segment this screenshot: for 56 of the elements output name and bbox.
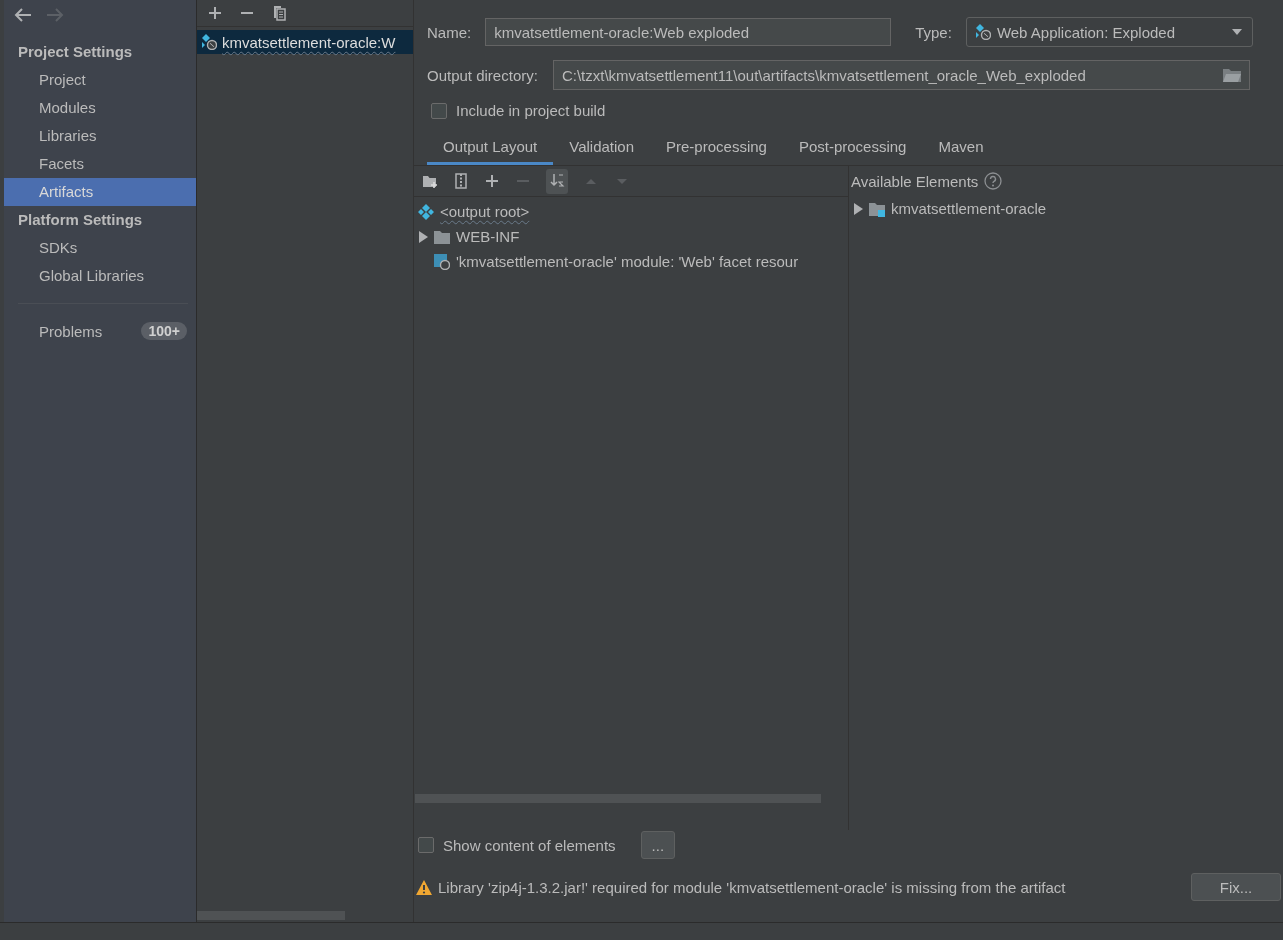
count-badge: 100+ — [141, 322, 187, 340]
scrollbar[interactable] — [197, 911, 345, 920]
output-directory-field[interactable]: C:\tzxt\kmvatsettlement11\out\artifacts\kmvatsettlement_oracle_Web_exploded — [552, 60, 1250, 90]
sidebar-item[interactable]: Facets — [4, 150, 196, 178]
checkbox-label: Include in project build — [456, 102, 606, 119]
tree-item[interactable]: <output root> — [414, 199, 848, 224]
tab[interactable]: Output Layout — [427, 132, 554, 165]
sidebar-item[interactable]: Project — [4, 66, 196, 94]
plus-icon[interactable] — [207, 5, 223, 21]
field-label: Output directory: — [427, 66, 538, 84]
tree-item[interactable]: WEB-INF — [414, 224, 848, 249]
type-dropdown[interactable]: Web Application: Exploded — [965, 17, 1253, 47]
collapsed-arrow-icon[interactable] — [418, 230, 428, 243]
artifact-item[interactable]: kmvatsettlement-oracle:W — [197, 30, 413, 54]
sort-icon — [549, 171, 565, 188]
plus-icon[interactable] — [484, 173, 500, 189]
tree-item[interactable]: kmvatsettlement-oracle — [849, 196, 1283, 221]
sidebar-item[interactable]: Artifacts — [4, 178, 196, 206]
sidebar-item[interactable]: Libraries — [4, 122, 196, 150]
show-content-checkbox[interactable] — [418, 837, 434, 853]
sort-toggle[interactable] — [546, 168, 568, 194]
field-label: Name: — [427, 23, 472, 41]
caret-icon — [1231, 29, 1242, 35]
more-button[interactable]: ... — [640, 831, 676, 859]
tab[interactable]: Validation — [553, 132, 650, 165]
field-label: Type: — [915, 23, 952, 41]
back-arrow-icon[interactable] — [14, 8, 32, 22]
folder-icon — [434, 229, 450, 244]
folder-icon[interactable] — [1222, 68, 1241, 82]
archive-icon[interactable] — [453, 173, 469, 189]
include-checkbox[interactable] — [431, 102, 447, 119]
tree-item[interactable]: 'kmvatsettlement-oracle' module: 'Web' facet resour — [414, 249, 848, 274]
artifact-icon — [974, 24, 991, 40]
sidebar-item[interactable]: SDKs — [4, 234, 196, 262]
fix-button[interactable]: Fix... — [1191, 873, 1281, 901]
help-icon[interactable] — [984, 172, 1003, 190]
section-heading: Project Settings — [17, 42, 134, 62]
panel-title: Available Elements — [851, 172, 979, 190]
web-resource-icon — [434, 253, 450, 270]
artifact-icon — [201, 34, 217, 50]
sidebar-item[interactable]: Modules — [4, 94, 196, 122]
tab[interactable]: Post-processing — [782, 132, 923, 165]
tab[interactable]: Pre-processing — [650, 132, 783, 165]
sidebar-item[interactable]: Problems — [39, 322, 103, 340]
warning-message: Library 'zip4j-1.3.2.jar!' required for module 'kmvatsettlement-oracle' is missing from the artifact — [438, 878, 1067, 896]
section-heading: Platform Settings — [17, 210, 144, 230]
artifact-root-icon — [418, 203, 434, 220]
copy-icon[interactable] — [271, 5, 287, 21]
tab[interactable]: Maven — [922, 132, 1000, 165]
collapsed-arrow-icon[interactable] — [853, 202, 863, 215]
checkbox-label: Show content of elements — [443, 836, 616, 854]
module-icon — [869, 200, 885, 217]
name-field[interactable]: kmvatsettlement-oracle:Web exploded — [485, 18, 892, 46]
scrollbar[interactable] — [415, 794, 821, 803]
sidebar-item[interactable]: Global Libraries — [4, 262, 196, 290]
new-folder-icon[interactable] — [422, 173, 438, 189]
